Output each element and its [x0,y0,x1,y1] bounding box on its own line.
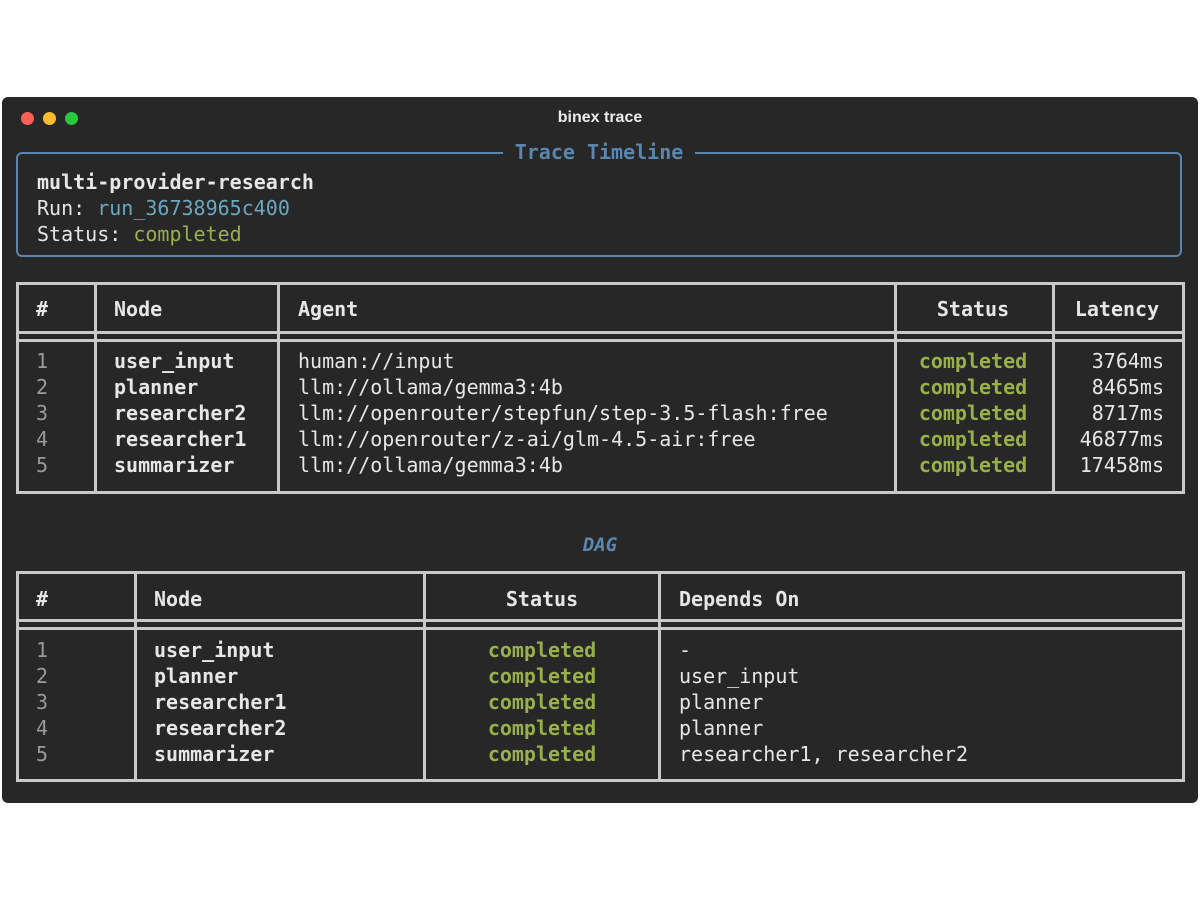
row-number: 2 [36,664,49,688]
status-line: Status: completed [37,222,242,246]
row-number: 3 [36,401,49,425]
node-name: user_input [154,638,275,662]
timeline-header-num: # [36,297,49,321]
timeline-header-agent: Agent [298,297,359,321]
trace-timeline-panel: Trace Timeline multi-provider-research R… [16,140,1182,257]
agent-uri: llm://ollama/gemma3:4b [298,453,563,477]
dag-header-num: # [36,587,49,611]
run-line: Run: run_36738965c400 [37,196,290,220]
node-name: user_input [114,349,235,373]
status-badge: completed [487,690,597,714]
node-name: planner [114,375,199,399]
row-number: 1 [36,638,49,662]
status-badge: completed [487,638,597,662]
workflow-name: multi-provider-research [37,170,314,194]
agent-uri: human://input [298,349,455,373]
depends-on: planner [679,716,764,740]
depends-on: researcher1, researcher2 [679,742,968,766]
terminal-window: binex trace Trace Timeline multi-provide… [2,97,1198,803]
timeline-header-node: Node [114,297,163,321]
status-badge: completed [918,375,1028,399]
agent-uri: llm://openrouter/stepfun/step-3.5-flash:… [298,401,828,425]
status-badge: completed [918,453,1028,477]
row-number: 5 [36,742,49,766]
status-badge: completed [918,401,1028,425]
latency-value: 8465ms [1091,375,1164,399]
dag-header-depends-on: Depends On [679,587,800,611]
status-badge: completed [487,742,597,766]
run-id: run_36738965c400 [97,196,290,220]
dag-header-status: Status [505,587,579,611]
latency-value: 46877ms [1079,427,1164,451]
agent-uri: llm://ollama/gemma3:4b [298,375,563,399]
row-number: 4 [36,716,49,740]
agent-uri: llm://openrouter/z-ai/glm-4.5-air:free [298,427,756,451]
depends-on: planner [679,690,764,714]
node-name: researcher1 [114,427,247,451]
latency-value: 17458ms [1079,453,1164,477]
status-badge: completed [487,716,597,740]
row-number: 1 [36,349,49,373]
node-name: researcher1 [154,690,287,714]
node-name: planner [154,664,239,688]
title-bar: binex trace [2,97,1198,139]
status-badge: completed [918,349,1028,373]
depends-on: - [679,638,692,662]
dag-title: DAG [582,534,618,556]
timeline-header-latency: Latency [1074,297,1160,321]
timeline-header-status: Status [936,297,1010,321]
row-number: 5 [36,453,49,477]
node-name: researcher2 [154,716,287,740]
node-name: researcher2 [114,401,247,425]
panel-title: Trace Timeline [502,140,696,164]
window-title: binex trace [557,109,643,126]
latency-value: 3764ms [1091,349,1164,373]
depends-on: user_input [679,664,800,688]
status-label: Status: [37,222,134,246]
row-number: 3 [36,690,49,714]
dag-header-node: Node [154,587,203,611]
status-badge: completed [487,664,597,688]
status-badge: completed [918,427,1028,451]
node-name: summarizer [154,742,275,766]
latency-value: 8717ms [1091,401,1164,425]
row-number: 2 [36,375,49,399]
run-label: Run: [37,196,98,220]
node-name: summarizer [114,453,235,477]
row-number: 4 [36,427,49,451]
run-status-value: completed [133,222,242,246]
